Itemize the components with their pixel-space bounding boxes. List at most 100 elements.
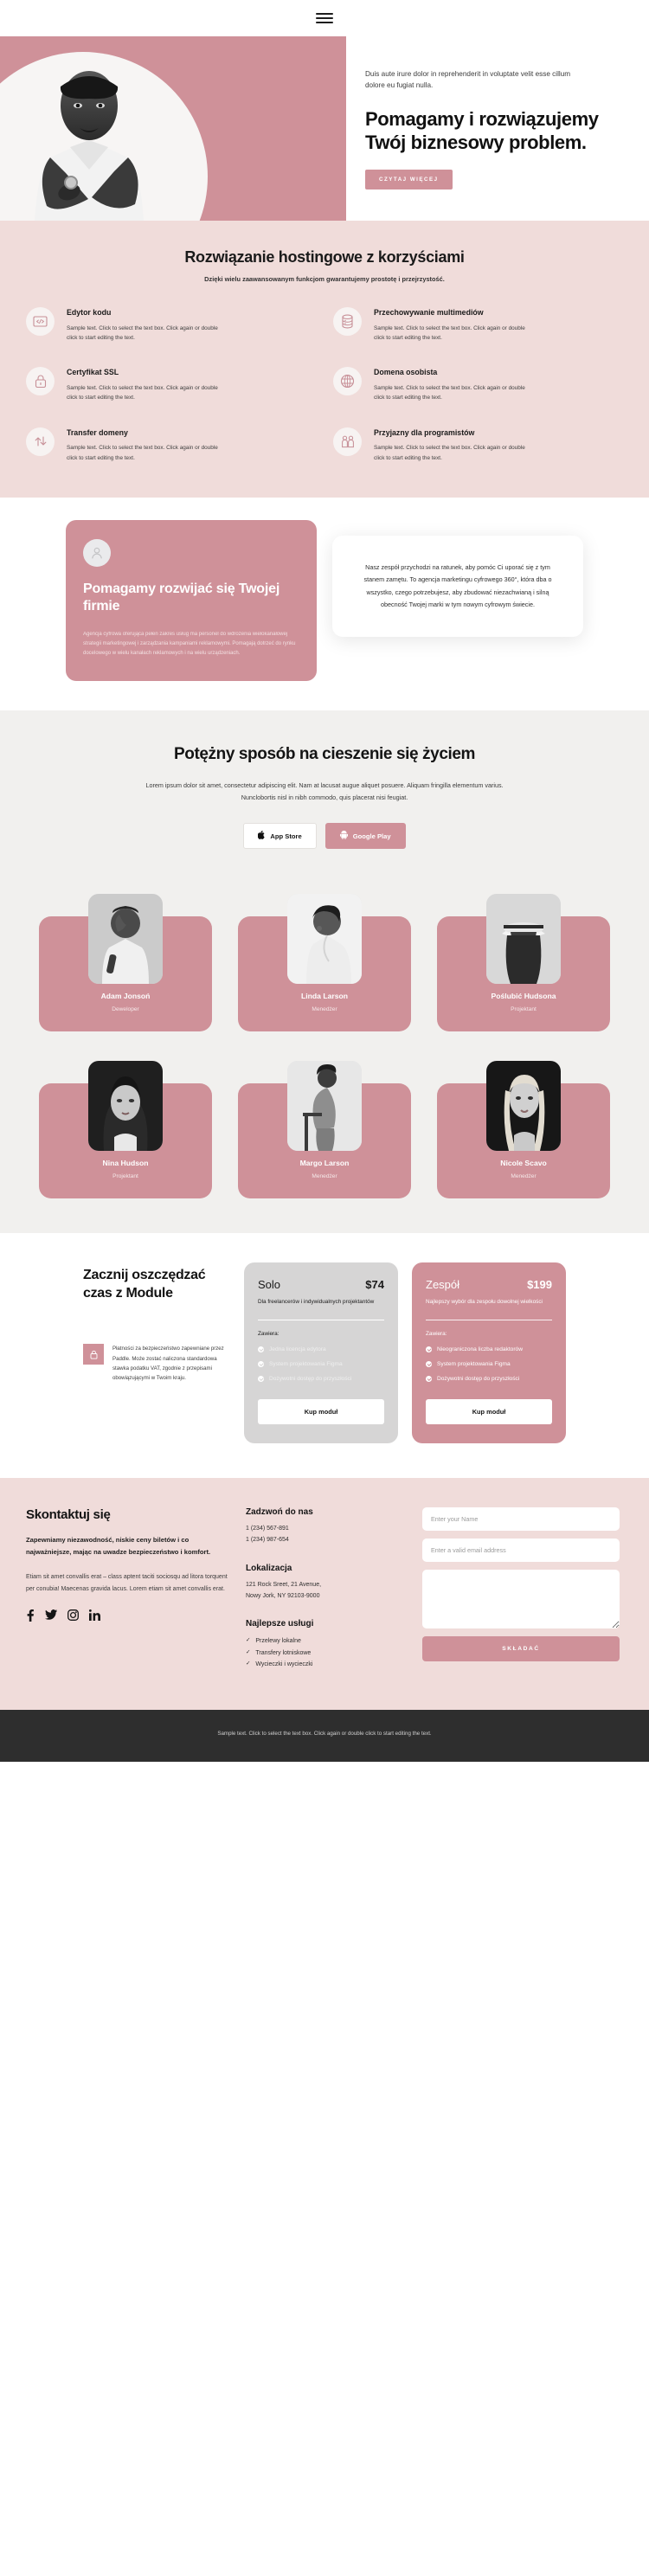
name-input[interactable] <box>422 1506 620 1531</box>
plan-name: Solo <box>258 1278 281 1292</box>
service-label: Przelewy lokalne <box>255 1638 301 1645</box>
team-member[interactable]: Linda Larson Menedżer <box>238 894 411 1032</box>
check-mark-icon: ✓ <box>246 1637 251 1644</box>
hero-text-panel: Duis aute irure dolor in reprehenderit i… <box>346 36 649 221</box>
plan-description: Najlepszy wybór dla zespołu dowolnej wie… <box>426 1299 543 1306</box>
instagram-icon[interactable] <box>67 1609 79 1622</box>
feature-desc: Sample text. Click to select the text bo… <box>67 445 218 461</box>
phone-number: 1 (234) 567-891 <box>246 1525 289 1532</box>
plan-name: Zespół <box>426 1278 460 1292</box>
address-line: 121 Rock Sreet, 21 Avenue, <box>246 1581 322 1588</box>
feature-title: Certyfikat SSL <box>67 368 119 377</box>
pricing-note: Płatności za bezpieczeństwo zapewniane p… <box>83 1344 230 1383</box>
member-name: Poślubić Hudsona <box>491 992 556 1001</box>
feature-title: Edytor kodu <box>67 308 112 317</box>
feature-title: Transfer domeny <box>67 427 128 437</box>
plan-feature-label: Dożywotni dostęp do przyszłości <box>269 1375 352 1382</box>
check-icon <box>426 1360 432 1367</box>
team-member[interactable]: Poślubić Hudsona Projektant <box>437 894 610 1032</box>
database-icon <box>333 307 362 336</box>
app-promo-section: Potężny sposób na cieszenie się życiem L… <box>0 710 649 890</box>
plan-feature-label: Nieograniczona liczba redaktorów <box>437 1346 523 1353</box>
team-grid: Adam Jonsoń Deweloper Linda Larson Mened… <box>39 894 610 1199</box>
plan-feature-label: Jedna licencja edytora <box>269 1346 326 1353</box>
page-root: Duis aute irure dolor in reprehenderit i… <box>0 0 649 1762</box>
plan-feature: Dożywotni dostęp do przyszłości <box>258 1375 384 1384</box>
member-photo <box>287 894 362 985</box>
check-icon <box>258 1346 264 1353</box>
feature-title: Przyjazny dla programistów <box>374 427 475 437</box>
member-role: Menedżer <box>312 1173 337 1180</box>
submit-button[interactable]: Składać <box>422 1635 620 1661</box>
feature-desc: Sample text. Click to select the text bo… <box>67 324 218 342</box>
hamburger-menu-icon[interactable] <box>316 13 333 23</box>
google-play-label: Google Play <box>352 832 391 840</box>
feature-title: Domena osobista <box>374 368 438 377</box>
grow-paragraph: Agencja cyfrowa oferująca pełen zakres u… <box>83 631 296 656</box>
app-promo-title: Potężny sposób na cieszenie się życiem <box>173 745 476 764</box>
people-icon <box>333 427 362 456</box>
plan-feature: System projektowania Figma <box>426 1360 552 1369</box>
member-name: Nina Hudson <box>102 1159 149 1168</box>
team-member[interactable]: Margo Larson Menedżer <box>238 1061 411 1199</box>
phone-number: 1 (234) 987-654 <box>246 1536 289 1543</box>
team-member[interactable]: Nina Hudson Projektant <box>39 1061 212 1199</box>
globe-icon <box>333 367 362 396</box>
feature-item: Przyjazny dla programistów Sample text. … <box>333 427 623 463</box>
feature-desc: Sample text. Click to select the text bo… <box>374 324 525 342</box>
member-name: Adam Jonsoń <box>100 992 151 1001</box>
transfer-arrows-icon <box>26 427 55 456</box>
buy-team-button[interactable]: Kup moduł <box>426 1398 552 1424</box>
contact-form-column: Składać <box>422 1506 620 1671</box>
hero-title: Pomagamy i rozwiązujemy Twój biznesowy p… <box>365 108 599 154</box>
contact-lead: Zapewniamy niezawodność, niskie ceny bil… <box>26 1535 211 1557</box>
plan-feature: Jedna licencja edytora <box>258 1346 384 1354</box>
facebook-icon[interactable] <box>26 1609 35 1622</box>
social-links <box>26 1609 232 1622</box>
member-photo <box>486 1061 561 1152</box>
app-store-button[interactable]: App Store <box>243 823 317 850</box>
feature-item: Transfer domeny Sample text. Click to se… <box>26 427 316 463</box>
feature-desc: Sample text. Click to select the text bo… <box>374 445 525 461</box>
list-item: ✓ Wycieczki i wycieczki <box>246 1659 408 1670</box>
contact-info-column: Skontaktuj się Zapewniamy niezawodność, … <box>26 1507 232 1671</box>
team-section: Adam Jonsoń Deweloper Linda Larson Mened… <box>0 889 649 1234</box>
android-icon <box>339 831 348 841</box>
hero-cta-button[interactable]: Czytaj więcej <box>365 170 453 190</box>
plan-price: $199 <box>527 1278 552 1292</box>
features-section: Rozwiązanie hostingowe z korzyściami Dzi… <box>0 221 649 498</box>
team-member[interactable]: Nicole Scavo Menedżer <box>437 1061 610 1199</box>
pricing-note-text: Płatności za bezpieczeństwo zapewniane p… <box>112 1346 224 1382</box>
check-mark-icon: ✓ <box>246 1661 251 1667</box>
buy-solo-button[interactable]: Kup moduł <box>258 1398 384 1424</box>
team-member[interactable]: Adam Jonsoń Deweloper <box>39 894 212 1032</box>
twitter-icon[interactable] <box>45 1609 57 1622</box>
contact-section: Skontaktuj się Zapewniamy niezawodność, … <box>0 1477 649 1711</box>
linkedin-icon[interactable] <box>89 1609 100 1622</box>
contact-body: Etiam sit amet convallis erat – class ap… <box>26 1574 228 1593</box>
plan-includes-label: Zawiera: <box>426 1331 447 1338</box>
grow-section: Pomagamy rozwijać się Twojej firmie Agen… <box>0 497 649 711</box>
pricing-section: Zacznij oszczędzać czas z Module Płatnoś… <box>0 1233 649 1478</box>
contact-details-column: Zadzwoń do nas 1 (234) 567-891 1 (234) 9… <box>246 1507 408 1671</box>
feature-desc: Sample text. Click to select the text bo… <box>67 385 218 401</box>
check-mark-icon: ✓ <box>246 1648 251 1655</box>
member-photo <box>486 894 561 985</box>
features-grid: Edytor kodu Sample text. Click to select… <box>26 307 623 463</box>
email-input[interactable] <box>422 1538 620 1562</box>
hero-section: Duis aute irure dolor in reprehenderit i… <box>0 36 649 221</box>
store-buttons: App Store Google Play <box>0 823 649 850</box>
message-input[interactable] <box>422 1569 620 1628</box>
plan-feature: System projektowania Figma <box>258 1360 384 1369</box>
google-play-button[interactable]: Google Play <box>324 823 406 850</box>
member-name: Linda Larson <box>301 992 348 1001</box>
feature-item: Domena osobista Sample text. Click to se… <box>333 367 623 402</box>
check-icon <box>258 1375 264 1382</box>
list-item: ✓ Przelewy lokalne <box>246 1635 408 1647</box>
site-footer: Sample text. Click to select the text bo… <box>0 1710 649 1762</box>
plan-price: $74 <box>365 1278 384 1292</box>
member-name: Nicole Scavo <box>500 1159 547 1168</box>
pricing-plan-solo: Solo $74 Dla freelancerów i indywidualny… <box>244 1262 398 1443</box>
check-icon <box>426 1346 432 1353</box>
feature-desc: Sample text. Click to select the text bo… <box>374 385 525 401</box>
